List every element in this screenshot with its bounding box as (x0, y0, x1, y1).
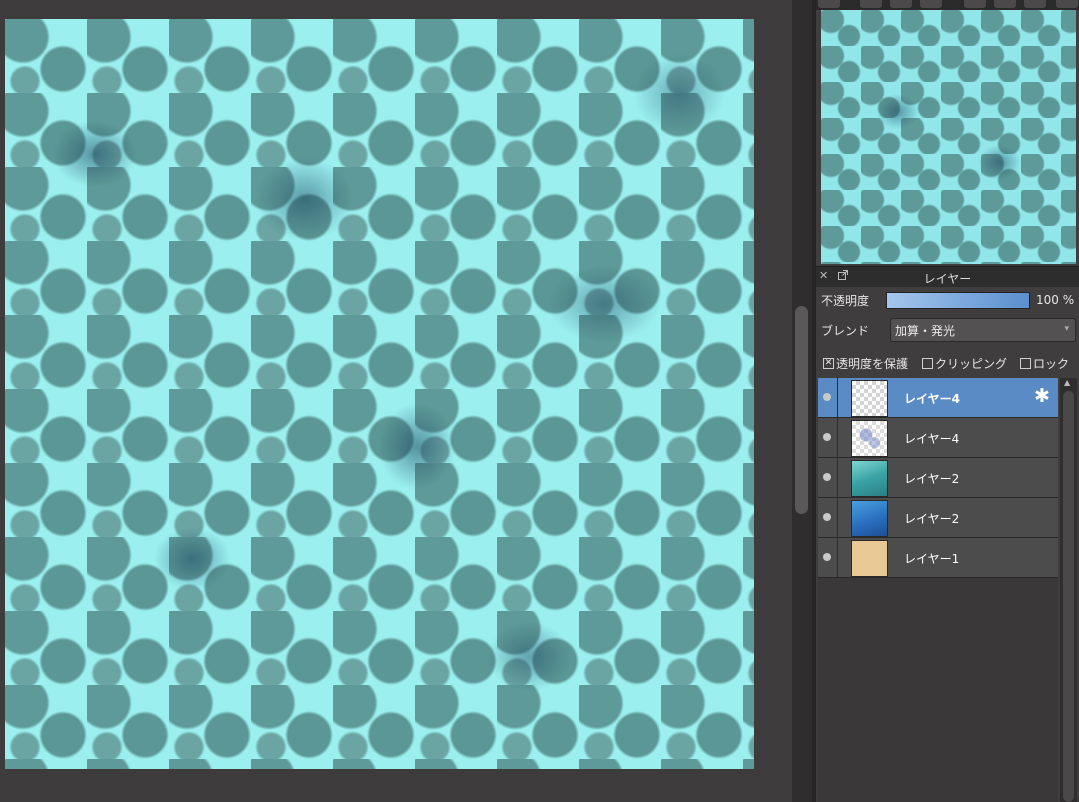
clipping-label: クリッピング (935, 357, 1008, 371)
layer-panel-header: ✕ レイヤー (816, 266, 1079, 287)
layer-thumbnail (851, 460, 888, 497)
layer-thumbnail (851, 500, 888, 537)
row-divider (837, 498, 838, 537)
layer-name: レイヤー4 (904, 392, 960, 406)
layer-list-scroll-thumb[interactable] (1063, 391, 1074, 802)
navigator-tool-button[interactable] (964, 0, 986, 8)
row-divider (837, 538, 838, 577)
lock-option[interactable]: ロック (1020, 355, 1069, 372)
navigator-panel[interactable] (821, 10, 1076, 264)
blend-mode-value: 加算・発光 (895, 324, 956, 338)
row-divider (837, 378, 838, 417)
gear-icon[interactable]: ✱ (1034, 386, 1050, 406)
eye-icon[interactable] (823, 473, 831, 481)
layer-name: レイヤー4 (904, 432, 960, 446)
canvas-scroll-thumb[interactable] (795, 306, 808, 514)
canvas-scrollbar[interactable] (792, 0, 812, 802)
layer-row[interactable]: レイヤー4 (818, 418, 1058, 458)
layer-list: レイヤー4 ✱ レイヤー4 レイヤー2 レイヤー2 レイヤー1 (818, 378, 1058, 802)
blend-mode-select[interactable]: 加算・発光 ▾ (890, 318, 1076, 342)
protect-transparency-option[interactable]: ✕ 透明度を保護 (823, 355, 908, 372)
navigator-toolbar (816, 0, 1079, 10)
right-panel: ✕ レイヤー 不透明度 100 % ブレンド 加算・発光 ▾ ✕ 透明度を保護 … (816, 0, 1079, 802)
blend-label: ブレンド (821, 324, 870, 338)
navigator-tool-button[interactable] (920, 0, 942, 8)
layer-name: レイヤー1 (904, 552, 960, 566)
artwork-canvas[interactable] (5, 19, 754, 769)
layer-row[interactable]: レイヤー2 (818, 498, 1058, 538)
layer-thumbnail (851, 540, 888, 577)
lock-label: ロック (1033, 357, 1070, 371)
opacity-label: 不透明度 (821, 294, 870, 308)
layer-thumbnail (851, 420, 888, 457)
layer-thumbnail (851, 380, 888, 417)
opacity-value: 100 % (1036, 293, 1075, 307)
eye-icon[interactable] (823, 553, 831, 561)
eye-icon[interactable] (823, 393, 831, 401)
layer-name: レイヤー2 (904, 512, 960, 526)
eye-icon[interactable] (823, 513, 831, 521)
layer-name: レイヤー2 (904, 472, 960, 486)
lock-checkbox[interactable] (1020, 358, 1031, 369)
clipping-checkbox[interactable] (922, 358, 933, 369)
layer-row[interactable]: レイヤー2 (818, 458, 1058, 498)
navigator-tool-button[interactable] (1056, 0, 1078, 8)
navigator-tool-button[interactable] (860, 0, 882, 8)
layer-row[interactable]: レイヤー1 (818, 538, 1058, 578)
eye-icon[interactable] (823, 433, 831, 441)
navigator-preview[interactable] (821, 10, 1076, 264)
navigator-tool-button[interactable] (890, 0, 912, 8)
clipping-option[interactable]: クリッピング (922, 355, 1007, 372)
arrow-up-icon[interactable]: ▲ (1064, 378, 1070, 387)
navigator-tool-button[interactable] (818, 0, 840, 8)
row-divider (837, 418, 838, 457)
layer-panel-title: レイヤー (923, 272, 972, 286)
canvas-area[interactable] (0, 0, 794, 802)
layer-list-scrollbar[interactable]: ▲ (1060, 378, 1077, 802)
navigator-tool-button[interactable] (1024, 0, 1046, 8)
protect-transparency-label: 透明度を保護 (836, 357, 909, 371)
chevron-down-icon: ▾ (1064, 324, 1069, 334)
row-divider (837, 458, 838, 497)
layer-row[interactable]: レイヤー4 ✱ (818, 378, 1058, 418)
opacity-slider[interactable] (886, 292, 1030, 309)
protect-transparency-checkbox[interactable]: ✕ (823, 358, 834, 369)
navigator-tool-button[interactable] (994, 0, 1016, 8)
